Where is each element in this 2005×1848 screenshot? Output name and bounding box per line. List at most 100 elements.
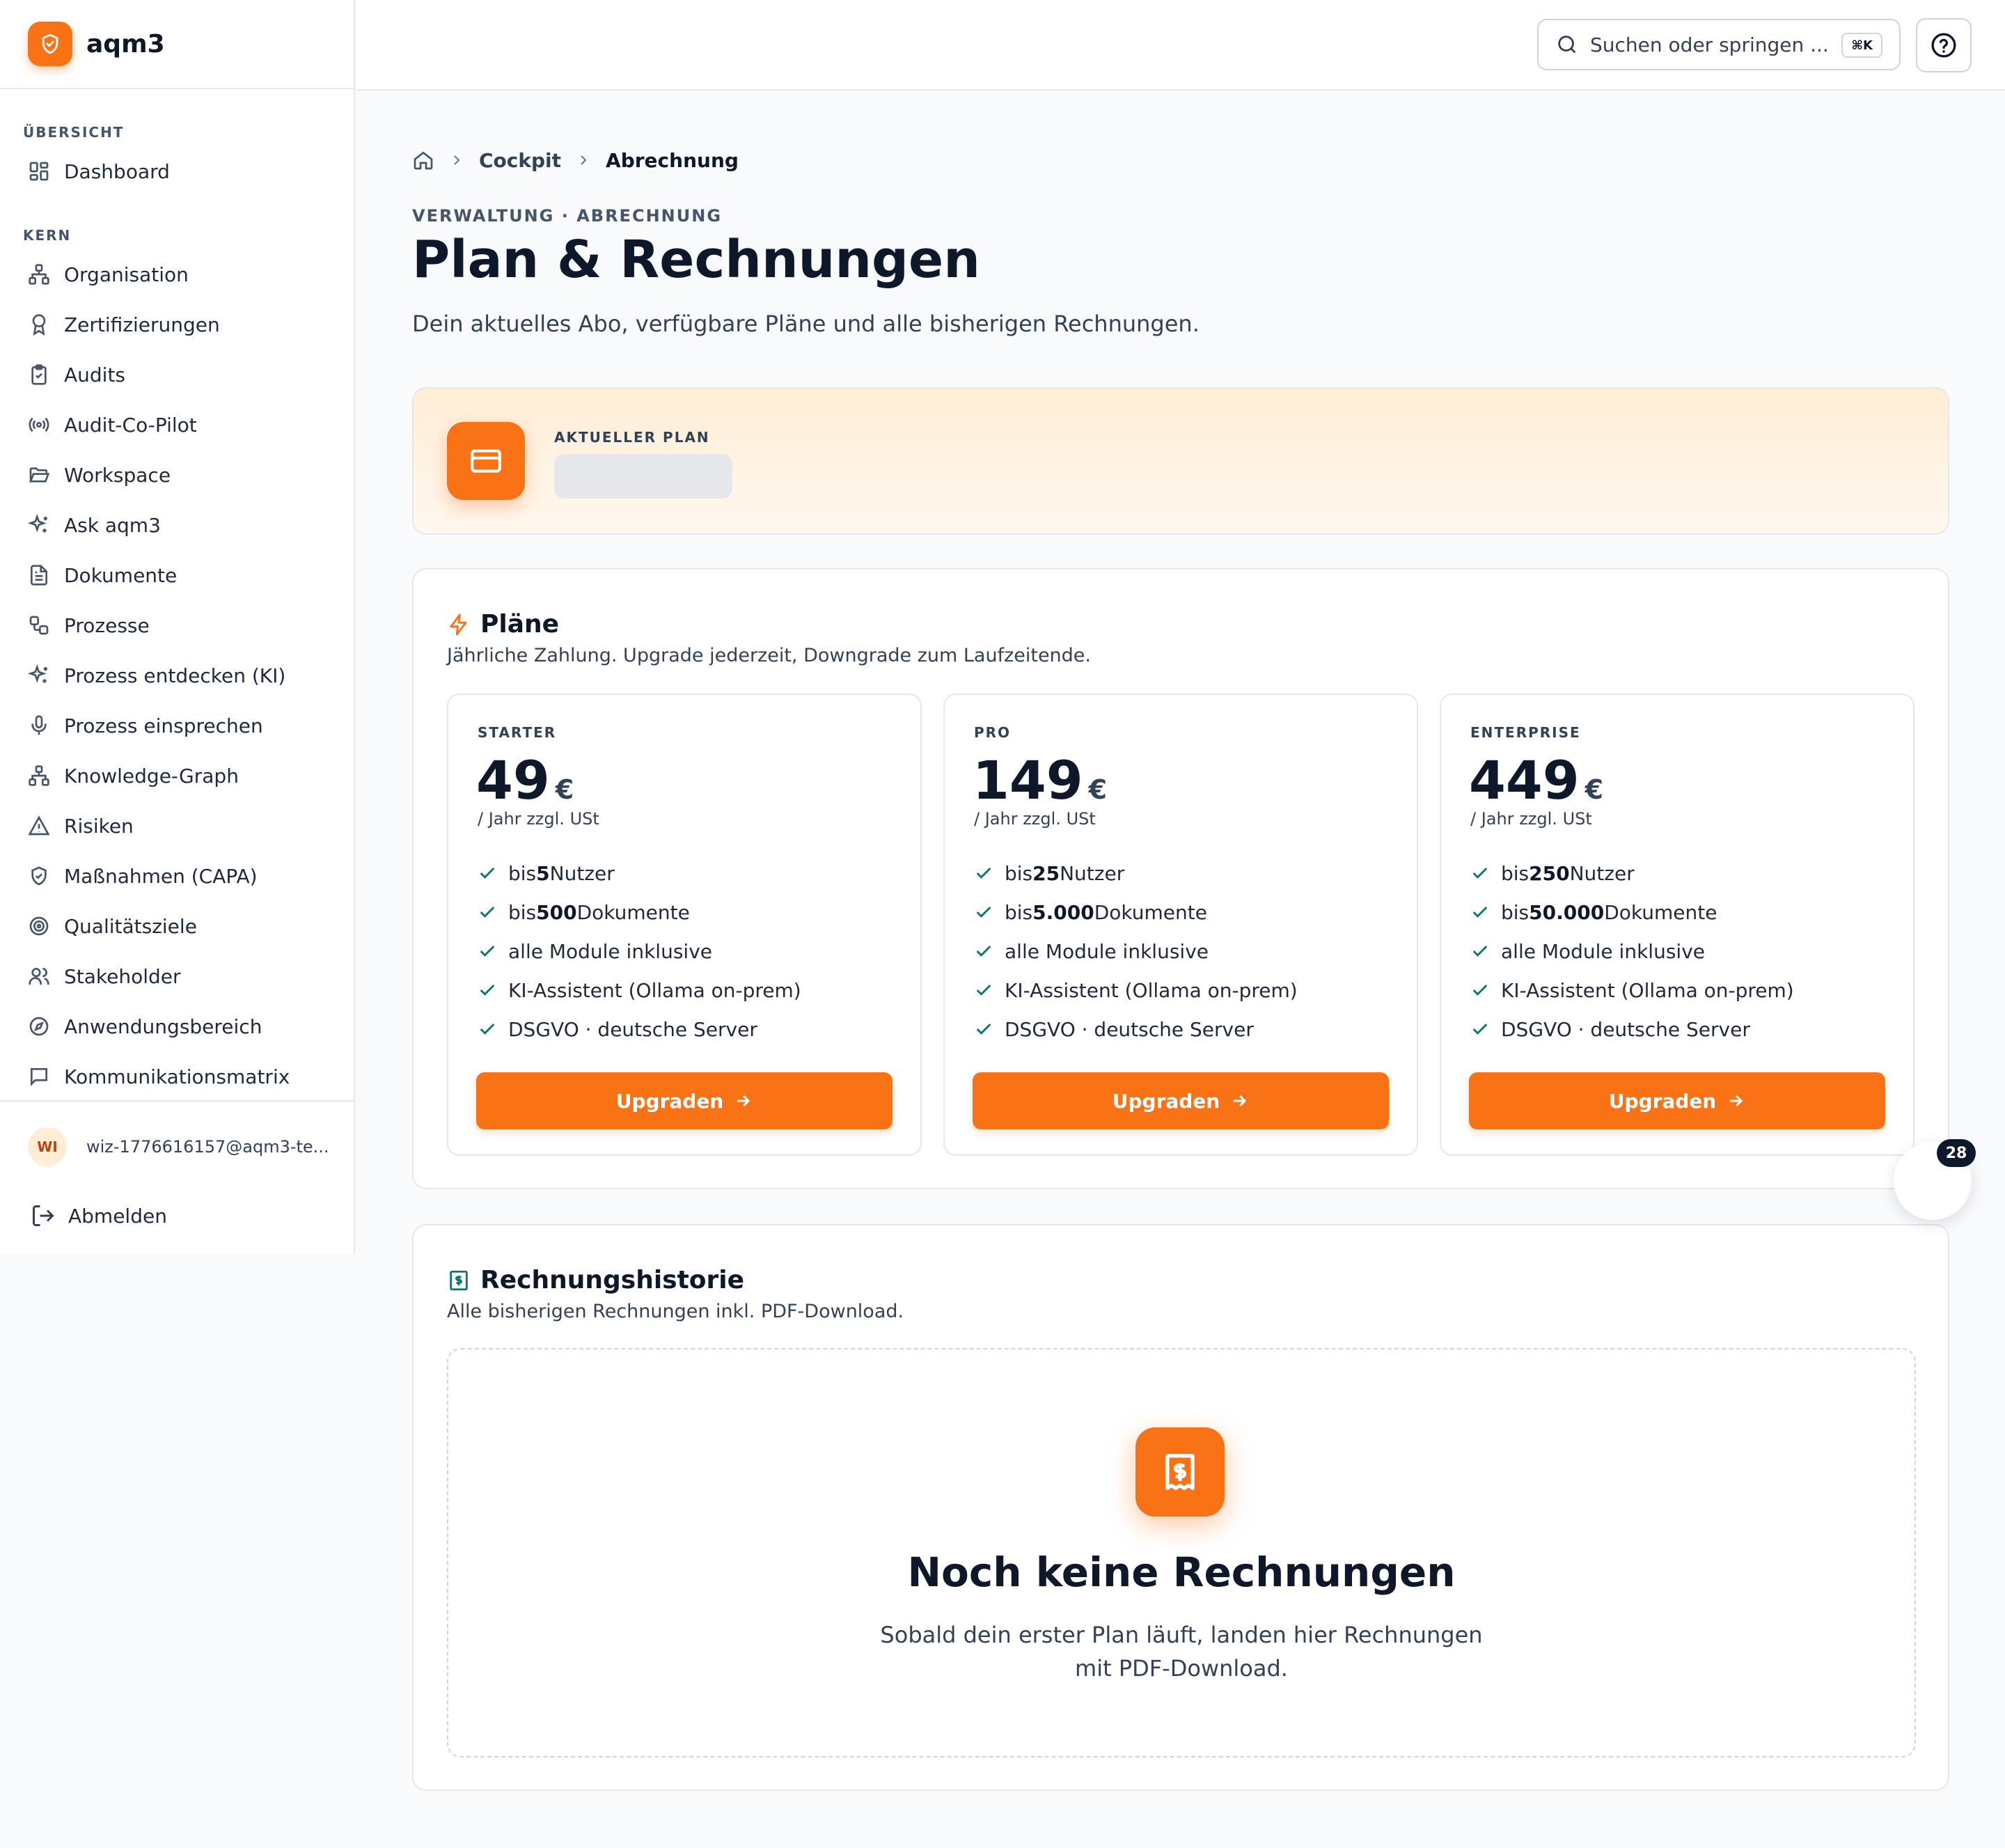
sidebar-item-prozess-einsprechen[interactable]: Prozess einsprechen bbox=[0, 700, 354, 751]
user-email: wiz-1776616157@aqm3-te... bbox=[86, 1137, 329, 1157]
price-amount: 149 bbox=[973, 749, 1083, 811]
check-icon bbox=[974, 902, 993, 922]
warning-icon bbox=[28, 815, 50, 837]
feature-item: alle Module inklusive bbox=[974, 932, 1298, 971]
upgrade-button-enterprise[interactable]: Upgraden bbox=[1469, 1072, 1885, 1129]
feature-item: KI-Assistent (Ollama on-prem) bbox=[478, 971, 801, 1010]
credit-card-icon bbox=[447, 422, 525, 500]
sidebar-item-label: Maßnahmen (CAPA) bbox=[64, 864, 258, 888]
org-chart-icon bbox=[28, 263, 50, 285]
workflow-icon bbox=[28, 614, 50, 636]
feature-list: bis 250 Nutzer bis 50.000 Dokumente alle… bbox=[1470, 854, 1794, 1049]
chevron-right-icon bbox=[575, 152, 592, 169]
home-icon[interactable] bbox=[412, 149, 434, 171]
users-icon bbox=[28, 965, 50, 987]
arrow-right-icon bbox=[733, 1091, 753, 1111]
sparkles-icon bbox=[28, 664, 50, 687]
sidebar-item-label: Prozess einsprechen bbox=[64, 714, 263, 737]
notification-count-badge: 28 bbox=[1937, 1139, 1976, 1167]
current-plan-label: AKTUELLER PLAN bbox=[554, 429, 710, 446]
help-circle-icon bbox=[1930, 31, 1958, 59]
network-icon bbox=[28, 765, 50, 787]
sidebar-item-qualitaetsziele[interactable]: Qualitätsziele bbox=[0, 901, 354, 951]
upgrade-button-starter[interactable]: Upgraden bbox=[476, 1072, 893, 1129]
plan-period: / Jahr zzgl. USt bbox=[1470, 809, 1592, 829]
empty-state-title: Noch keine Rechnungen bbox=[907, 1549, 1456, 1596]
sidebar-item-dashboard[interactable]: Dashboard bbox=[0, 146, 354, 196]
upgrade-button-pro[interactable]: Upgraden bbox=[973, 1072, 1389, 1129]
breadcrumb-link-cockpit[interactable]: Cockpit bbox=[479, 149, 561, 172]
shield-logo-icon bbox=[28, 22, 72, 66]
radio-icon bbox=[28, 414, 50, 436]
sidebar-item-organisation[interactable]: Organisation bbox=[0, 249, 354, 299]
invoices-title: Rechnungshistorie bbox=[480, 1266, 745, 1294]
plan-price: 449 € bbox=[1469, 749, 1603, 811]
invoices-empty-state: Noch keine Rechnungen Sobald dein erster… bbox=[447, 1348, 1916, 1757]
brand[interactable]: aqm3 bbox=[0, 0, 354, 89]
page-subtitle: Dein aktuelles Abo, verfügbare Pläne und… bbox=[412, 311, 1200, 337]
sidebar-item-risiken[interactable]: Risiken bbox=[0, 801, 354, 851]
sidebar-item-stakeholder[interactable]: Stakeholder bbox=[0, 951, 354, 1001]
check-icon bbox=[1470, 902, 1490, 922]
price-amount: 49 bbox=[476, 749, 550, 811]
check-icon bbox=[1470, 1019, 1490, 1039]
page-title: Plan & Rechnungen bbox=[412, 230, 980, 290]
breadcrumb-current: Abrechnung bbox=[606, 148, 739, 172]
sidebar-item-massnahmen[interactable]: Maßnahmen (CAPA) bbox=[0, 851, 354, 901]
price-currency: € bbox=[555, 774, 574, 805]
sidebar-item-dokumente[interactable]: Dokumente bbox=[0, 550, 354, 600]
sidebar-item-knowledge-graph[interactable]: Knowledge-Graph bbox=[0, 751, 354, 801]
feature-item: bis 250 Nutzer bbox=[1470, 854, 1794, 893]
sidebar-item-label: Zertifizierungen bbox=[64, 313, 220, 336]
user-menu[interactable]: WI wiz-1776616157@aqm3-te... bbox=[0, 1102, 354, 1192]
search-input[interactable] bbox=[1590, 33, 1841, 56]
sidebar-item-audits[interactable]: Audits bbox=[0, 350, 354, 400]
feature-item: alle Module inklusive bbox=[1470, 932, 1794, 971]
logout-label: Abmelden bbox=[68, 1204, 167, 1228]
check-icon bbox=[478, 941, 497, 961]
feature-item: bis 25 Nutzer bbox=[974, 854, 1298, 893]
sidebar-item-label: Audit-Co-Pilot bbox=[64, 413, 197, 437]
plans-header: Pläne bbox=[447, 610, 559, 639]
search-box[interactable]: ⌘K bbox=[1537, 19, 1901, 70]
sparkles-icon bbox=[28, 514, 50, 536]
check-icon bbox=[478, 863, 497, 883]
plan-price: 49 € bbox=[476, 749, 574, 811]
help-button[interactable] bbox=[1916, 18, 1972, 72]
check-icon bbox=[1470, 941, 1490, 961]
plan-tier: ENTERPRISE bbox=[1470, 724, 1581, 741]
feature-item: DSGVO · deutsche Server bbox=[1470, 1010, 1794, 1049]
sidebar-item-label: Organisation bbox=[64, 263, 189, 286]
check-icon bbox=[478, 980, 497, 1000]
nav-section-core: KERN bbox=[23, 227, 72, 244]
sidebar-item-workspace[interactable]: Workspace bbox=[0, 450, 354, 500]
current-plan-banner: AKTUELLER PLAN bbox=[412, 387, 1949, 535]
sidebar-item-audit-co-pilot[interactable]: Audit-Co-Pilot bbox=[0, 400, 354, 450]
feature-item: KI-Assistent (Ollama on-prem) bbox=[1470, 971, 1794, 1010]
app-name: aqm3 bbox=[86, 29, 165, 58]
check-icon bbox=[974, 1019, 993, 1039]
plans-card: Pläne Jährliche Zahlung. Upgrade jederze… bbox=[412, 568, 1949, 1189]
sidebar-item-prozess-entdecken[interactable]: Prozess entdecken (KI) bbox=[0, 650, 354, 700]
sidebar-item-prozesse[interactable]: Prozesse bbox=[0, 600, 354, 650]
page-eyebrow: VERWALTUNG · ABRECHNUNG bbox=[412, 206, 723, 226]
sidebar-item-kommunikationsmatrix[interactable]: Kommunikationsmatrix bbox=[0, 1051, 354, 1102]
sidebar-item-anwendungsbereich[interactable]: Anwendungsbereich bbox=[0, 1001, 354, 1051]
sidebar-item-ask-aqm3[interactable]: Ask aqm3 bbox=[0, 500, 354, 550]
check-icon bbox=[1470, 863, 1490, 883]
logout-button[interactable]: Abmelden bbox=[0, 1191, 354, 1241]
microphone-icon bbox=[28, 714, 50, 737]
sidebar-item-label: Dokumente bbox=[64, 563, 178, 587]
plan-tier: STARTER bbox=[478, 724, 557, 741]
sidebar-item-label: Prozess entdecken (KI) bbox=[64, 664, 286, 687]
empty-state-line-2: mit PDF-Download. bbox=[1075, 1655, 1288, 1682]
check-icon bbox=[974, 980, 993, 1000]
sidebar-item-label: Qualitätsziele bbox=[64, 914, 197, 938]
check-icon bbox=[478, 1019, 497, 1039]
feature-list: bis 25 Nutzer bis 5.000 Dokumente alle M… bbox=[974, 854, 1298, 1049]
sidebar-item-zertifizierungen[interactable]: Zertifizierungen bbox=[0, 299, 354, 350]
sidebar-item-label: Kommunikationsmatrix bbox=[64, 1065, 290, 1088]
feature-item: bis 500 Dokumente bbox=[478, 893, 801, 932]
shield-check-icon bbox=[28, 865, 50, 887]
sidebar-footer: WI wiz-1776616157@aqm3-te... Abmelden bbox=[0, 1100, 354, 1241]
